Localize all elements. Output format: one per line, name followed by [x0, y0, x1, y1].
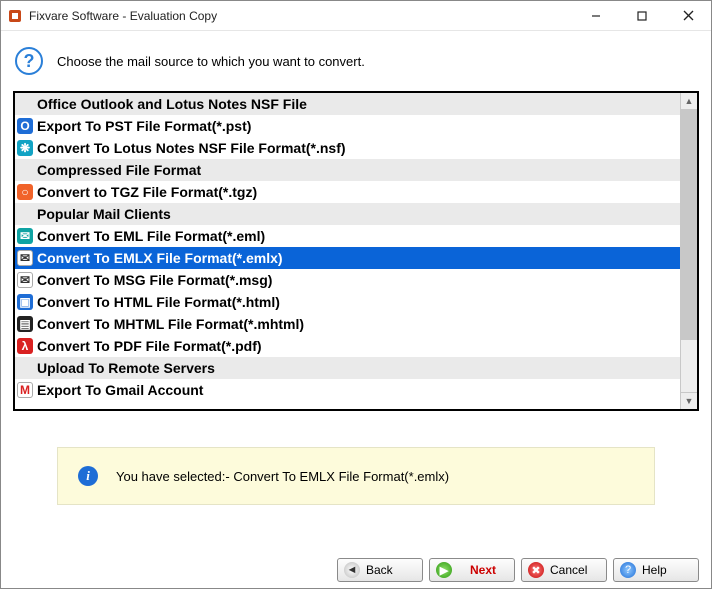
list-item-label: Convert to TGZ File Format(*.tgz)	[37, 184, 257, 200]
next-icon: ▶	[436, 562, 452, 578]
minimize-button[interactable]	[573, 1, 619, 30]
format-list-body[interactable]: Office Outlook and Lotus Notes NSF FileO…	[15, 93, 680, 409]
list-item[interactable]: MExport To Gmail Account	[15, 379, 680, 401]
cancel-icon: ✖	[528, 562, 544, 578]
pdf-icon: λ	[17, 338, 33, 354]
help-button[interactable]: ? Help	[613, 558, 699, 582]
list-header: Upload To Remote Servers	[15, 357, 680, 379]
list-item-label: Office Outlook and Lotus Notes NSF File	[37, 96, 307, 112]
list-header: Popular Mail Clients	[15, 203, 680, 225]
list-header: Office Outlook and Lotus Notes NSF File	[15, 93, 680, 115]
list-item-label: Convert To MSG File Format(*.msg)	[37, 272, 272, 288]
list-item[interactable]: ❋Convert To Lotus Notes NSF File Format(…	[15, 137, 680, 159]
list-item-label: Export To Gmail Account	[37, 382, 203, 398]
list-item[interactable]: ✉Convert To EMLX File Format(*.emlx)	[15, 247, 680, 269]
list-item[interactable]: ▣Convert To HTML File Format(*.html)	[15, 291, 680, 313]
list-item[interactable]: ✉Convert To MSG File Format(*.msg)	[15, 269, 680, 291]
titlebar: Fixvare Software - Evaluation Copy	[1, 1, 711, 31]
tgz-icon: ○	[17, 184, 33, 200]
list-item-label: Convert To MHTML File Format(*.mhtml)	[37, 316, 304, 332]
question-icon: ?	[15, 47, 43, 75]
list-item[interactable]: λConvert To PDF File Format(*.pdf)	[15, 335, 680, 357]
cancel-button[interactable]: ✖ Cancel	[521, 558, 607, 582]
pst-icon: O	[17, 118, 33, 134]
help-label: Help	[642, 563, 692, 577]
close-button[interactable]	[665, 1, 711, 30]
cancel-label: Cancel	[550, 563, 600, 577]
nsf-icon: ❋	[17, 140, 33, 156]
info-icon: i	[78, 466, 98, 486]
window-buttons	[573, 1, 711, 30]
emlx-icon: ✉	[17, 250, 33, 266]
instruction-row: ? Choose the mail source to which you wa…	[1, 31, 711, 91]
list-item-label: Export To PST File Format(*.pst)	[37, 118, 251, 134]
list-item[interactable]: ✉Convert To EML File Format(*.eml)	[15, 225, 680, 247]
status-text: You have selected:- Convert To EMLX File…	[116, 469, 449, 484]
back-button[interactable]: ◄ Back	[337, 558, 423, 582]
window-title: Fixvare Software - Evaluation Copy	[29, 9, 573, 23]
next-button[interactable]: ▶ Next	[429, 558, 515, 582]
list-item[interactable]: ▤Convert To MHTML File Format(*.mhtml)	[15, 313, 680, 335]
list-item[interactable]: OExport To PST File Format(*.pst)	[15, 115, 680, 137]
list-item-label: Convert To EML File Format(*.eml)	[37, 228, 265, 244]
gmail-icon: M	[17, 382, 33, 398]
eml-icon: ✉	[17, 228, 33, 244]
html-icon: ▣	[17, 294, 33, 310]
footer-buttons: ◄ Back ▶ Next ✖ Cancel ? Help	[1, 558, 711, 582]
list-item-label: Convert To EMLX File Format(*.emlx)	[37, 250, 283, 266]
scroll-thumb[interactable]	[681, 110, 697, 340]
scroll-down-button[interactable]: ▼	[681, 392, 697, 409]
list-item-label: Upload To Remote Servers	[37, 360, 215, 376]
format-list: Office Outlook and Lotus Notes NSF FileO…	[13, 91, 699, 411]
status-panel: i You have selected:- Convert To EMLX Fi…	[57, 447, 655, 505]
back-icon: ◄	[344, 562, 360, 578]
list-item-label: Convert To Lotus Notes NSF File Format(*…	[37, 140, 346, 156]
instruction-text: Choose the mail source to which you want…	[57, 54, 365, 69]
next-label: Next	[458, 563, 508, 577]
msg-icon: ✉	[17, 272, 33, 288]
list-item-label: Popular Mail Clients	[37, 206, 171, 222]
app-icon	[7, 8, 23, 24]
mhtml-icon: ▤	[17, 316, 33, 332]
list-item-label: Compressed File Format	[37, 162, 201, 178]
back-label: Back	[366, 563, 416, 577]
scroll-up-button[interactable]: ▲	[681, 93, 697, 110]
help-icon: ?	[620, 562, 636, 578]
maximize-button[interactable]	[619, 1, 665, 30]
list-item-label: Convert To HTML File Format(*.html)	[37, 294, 280, 310]
list-header: Compressed File Format	[15, 159, 680, 181]
list-item[interactable]: ○Convert to TGZ File Format(*.tgz)	[15, 181, 680, 203]
list-item-label: Convert To PDF File Format(*.pdf)	[37, 338, 262, 354]
scrollbar[interactable]: ▲ ▼	[680, 93, 697, 409]
